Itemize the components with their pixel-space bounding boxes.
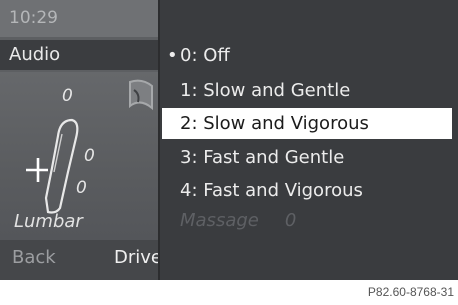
menu-item-label: 1: Slow and Gentle bbox=[180, 80, 351, 101]
status-time: 10:29 bbox=[0, 0, 158, 37]
back-button[interactable]: Back bbox=[12, 247, 56, 268]
massage-label: Massage bbox=[180, 210, 259, 231]
seat-settings-panel: 10:29 Audio 0 0 0 Lumbar Back Drive bbox=[0, 0, 158, 280]
menu-item-label: 0: Off bbox=[180, 45, 230, 66]
seat-top-value: 0 bbox=[62, 86, 73, 106]
menu-item-label: 4: Fast and Vigorous bbox=[180, 180, 363, 201]
menu-item-fast-vigorous[interactable]: 4: Fast and Vigorous bbox=[162, 175, 452, 206]
lumbar-label: Lumbar bbox=[14, 211, 83, 232]
massage-value: 0 bbox=[284, 210, 297, 231]
massage-program-menu: • 0: Off 1: Slow and Gentle 2: Slow and … bbox=[158, 0, 458, 280]
display-screen: 10:29 Audio 0 0 0 Lumbar Back Drive • 0:… bbox=[0, 0, 458, 280]
menu-item-label: 3: Fast and Gentle bbox=[180, 147, 345, 168]
active-bullet-icon: • bbox=[167, 45, 178, 66]
menu-item-off[interactable]: • 0: Off bbox=[162, 40, 452, 71]
menu-item-label: 2: Slow and Vigorous bbox=[180, 113, 369, 134]
seat-low-value: 0 bbox=[76, 178, 87, 198]
audio-menu-header[interactable]: Audio bbox=[0, 40, 158, 70]
menu-item-slow-vigorous[interactable]: 2: Slow and Vigorous bbox=[162, 108, 452, 139]
menu-item-fast-gentle[interactable]: 3: Fast and Gentle bbox=[162, 142, 452, 173]
seat-mid-value: 0 bbox=[84, 146, 95, 166]
figure-code: P82.60-8768-31 bbox=[367, 285, 454, 299]
menu-item-slow-gentle[interactable]: 1: Slow and Gentle bbox=[162, 75, 452, 106]
drive-button[interactable]: Drive bbox=[114, 247, 158, 268]
massage-setting-disabled: Massage 0 bbox=[180, 210, 296, 231]
